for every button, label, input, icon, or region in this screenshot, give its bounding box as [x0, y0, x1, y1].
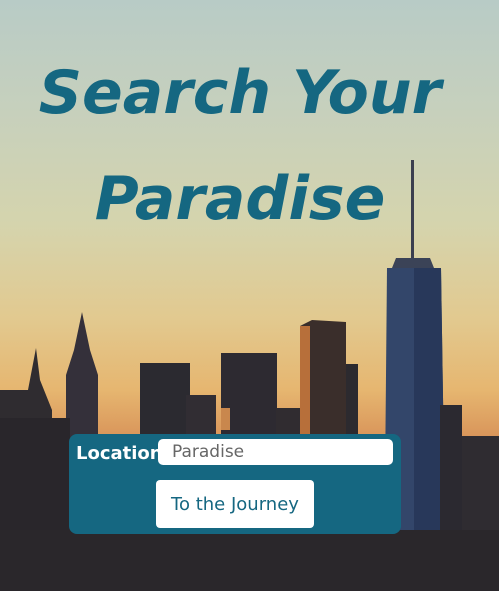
ground — [0, 530, 499, 591]
page: Search Your Paradise Location To the Jou… — [0, 0, 499, 591]
search-form: Location To the Journey — [69, 434, 401, 534]
tower-top — [392, 258, 434, 268]
to-the-journey-button[interactable]: To the Journey — [156, 480, 314, 528]
building-mid-3-light — [221, 408, 230, 430]
location-input[interactable] — [158, 439, 393, 465]
location-label: Location — [76, 443, 163, 464]
page-title: Search Your Paradise — [38, 58, 442, 234]
